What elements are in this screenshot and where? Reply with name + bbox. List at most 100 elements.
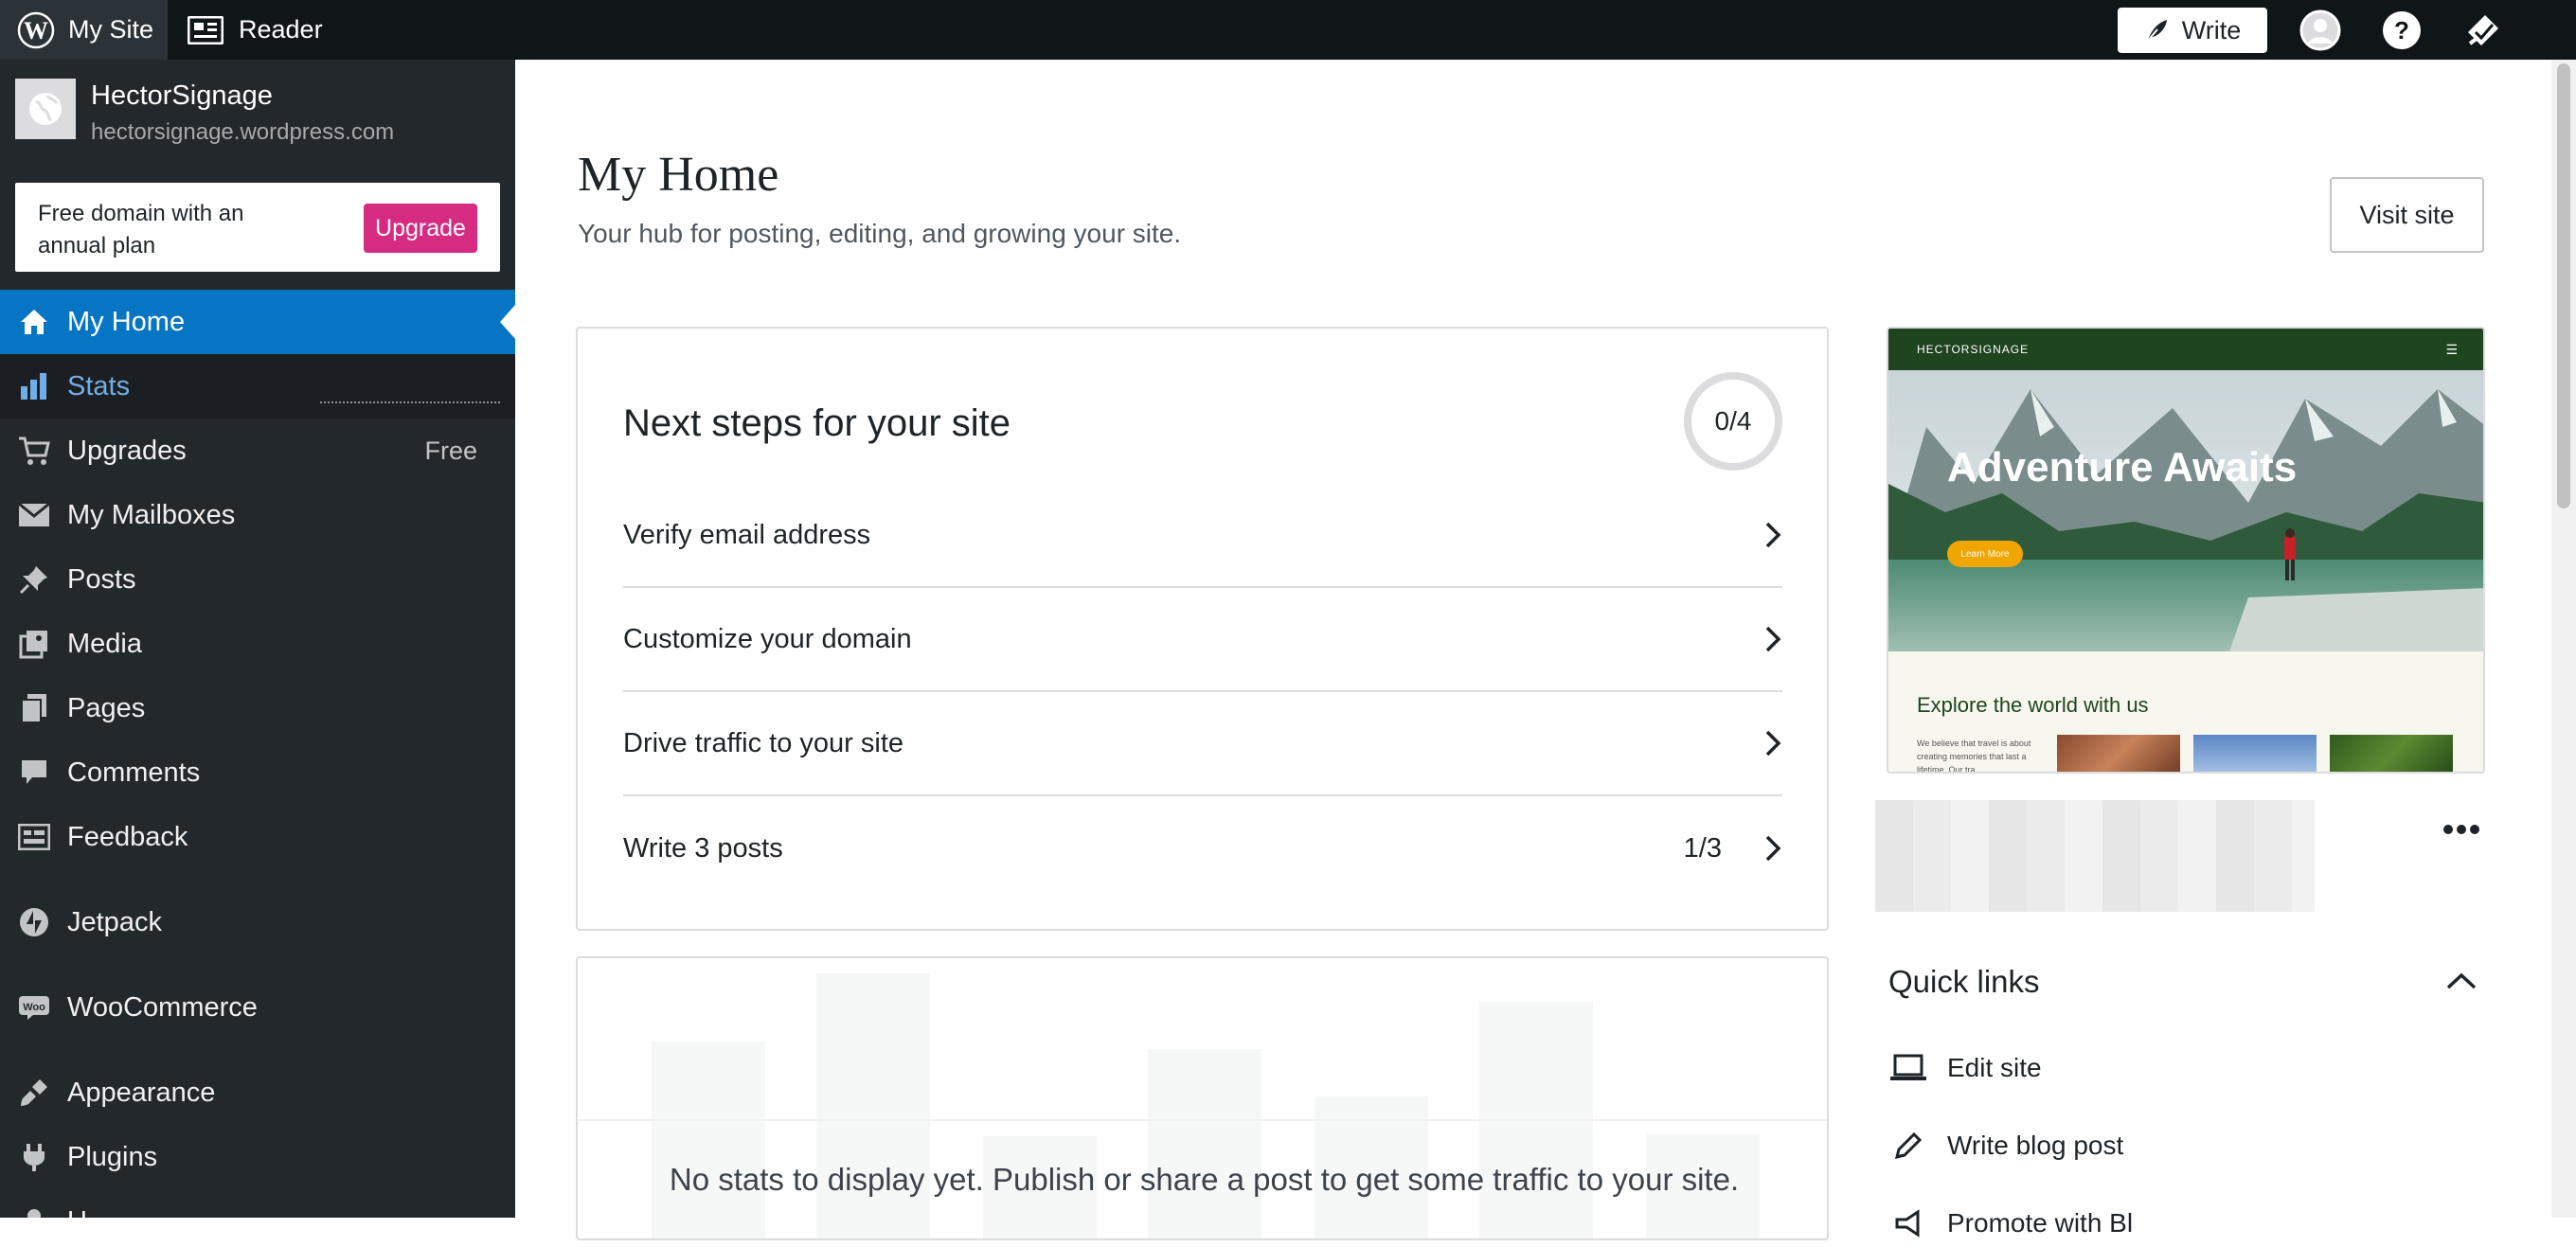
site-icon (15, 79, 76, 139)
svg-text:W: W (24, 17, 48, 45)
sidebar-item-pages[interactable]: Pages (0, 676, 515, 740)
quick-link-label: Promote with Bl (1947, 1208, 2134, 1238)
site-name: HectorSignage (91, 80, 273, 111)
placeholder-bar (1148, 1049, 1261, 1238)
quick-link-promote[interactable]: Promote with Bl (1888, 1200, 2476, 1247)
pencil-icon (1888, 1126, 1928, 1166)
page-scrollbar[interactable] (2551, 60, 2576, 1218)
sidebar-item-label: Feedback (67, 821, 188, 852)
sidebar-item-posts[interactable]: Posts (0, 547, 515, 612)
sidebar-item-media[interactable]: Media (0, 612, 515, 676)
placeholder-bar (1479, 1002, 1593, 1238)
scrollbar-thumb[interactable] (2557, 63, 2570, 508)
placeholder-bar (652, 1042, 765, 1238)
svg-text:?: ? (2394, 16, 2409, 45)
preview-thumb-image (2193, 735, 2317, 772)
woo-icon: Woo (17, 990, 51, 1024)
bell-icon (2468, 15, 2498, 45)
page-subtitle: Your hub for posting, editing, and growi… (578, 219, 1182, 248)
task-write-posts[interactable]: Write 3 posts 1/3 (623, 796, 1782, 900)
stats-card: No stats to display yet. Publish or shar… (576, 956, 1829, 1240)
preview-section-title: Explore the world with us (1917, 693, 2149, 717)
page-title: My Home (578, 148, 779, 202)
quick-link-label: Write blog post (1947, 1131, 2124, 1160)
sidebar-item-label: Pages (67, 692, 146, 723)
stats-icon (17, 369, 51, 403)
task-count: 1/3 (1683, 832, 1722, 864)
upgrade-button[interactable]: Upgrade (364, 204, 477, 253)
sidebar-item-feedback[interactable]: Feedback (0, 805, 515, 869)
help-button[interactable]: ? (2381, 9, 2423, 51)
account-avatar[interactable] (2299, 9, 2341, 51)
plugin-icon (17, 1140, 51, 1174)
quick-link-write-blog-post[interactable]: Write blog post (1888, 1122, 2476, 1169)
sidebar-item-jetpack[interactable]: Jetpack (0, 890, 515, 954)
reader-tab[interactable]: Reader (188, 0, 323, 60)
sidebar-item-label: Upgrades (67, 435, 187, 466)
chevron-right-icon (1765, 730, 1781, 757)
hamburger-icon: ☰ (2445, 342, 2459, 357)
more-options-button[interactable] (2438, 815, 2485, 844)
reader-icon (188, 15, 224, 45)
svg-text:Woo: Woo (23, 1002, 45, 1013)
my-site-label: My Site (68, 15, 154, 44)
plan-badge: Free (424, 436, 477, 465)
site-card[interactable]: HectorSignage hectorsignage.wordpress.co… (0, 60, 515, 164)
upsell-text: Free domain with an annual plan (38, 201, 244, 258)
quick-links-title: Quick links (1888, 964, 2040, 999)
preview-hero-title: Adventure Awaits (1947, 444, 2298, 490)
mail-icon (17, 498, 51, 532)
masterbar: W My Site Reader Write ? (0, 0, 2576, 60)
preview-thumb-image (2330, 735, 2453, 772)
quick-link-edit-site[interactable]: Edit site (1888, 1044, 2476, 1092)
sidebar-item-label: Stats (67, 370, 131, 401)
sidebar-item-label: Media (67, 628, 142, 659)
feedback-icon (17, 820, 51, 854)
domain-upsell-card: Free domain with an annual plan Upgrade (15, 183, 500, 272)
sidebar-item-woocommerce[interactable]: Woo WooCommerce (0, 975, 515, 1040)
placeholder-bar (816, 973, 930, 1238)
help-icon: ? (2383, 11, 2421, 49)
sidebar-item-appearance[interactable]: Appearance (0, 1060, 515, 1125)
feather-icon (2145, 20, 2167, 43)
task-label: Customize your domain (623, 623, 912, 654)
no-stats-message: No stats to display yet. Publish or shar… (669, 1162, 1740, 1197)
sidebar-item-my-mailboxes[interactable]: My Mailboxes (0, 483, 515, 547)
sidebar-item-my-home[interactable]: My Home (0, 290, 515, 354)
preview-hero-button: Learn More (1947, 541, 2023, 567)
preview-header: HECTORSIGNAGE ☰ (1888, 329, 2483, 370)
laptop-icon (1888, 1048, 1928, 1088)
chevron-right-icon (1765, 626, 1781, 652)
ellipsis-icon (2443, 825, 2479, 834)
jetpack-icon (17, 905, 51, 939)
sidebar: HectorSignage hectorsignage.wordpress.co… (0, 60, 515, 1218)
sidebar-item-stats[interactable]: Stats (0, 354, 515, 419)
preview-body: Explore the world with us We believe tha… (1888, 651, 2483, 774)
sidebar-item-upgrades[interactable]: Upgrades Free (0, 419, 515, 483)
write-button[interactable]: Write (2118, 8, 2267, 53)
preview-section-text: We believe that travel is about creating… (1917, 739, 2031, 774)
comment-icon (17, 756, 51, 790)
cart-icon (17, 434, 51, 468)
sidebar-item-comments[interactable]: Comments (0, 740, 515, 805)
task-drive-traffic[interactable]: Drive traffic to your site (623, 692, 1782, 796)
sidebar-item-label: My Mailboxes (67, 499, 236, 530)
users-icon (17, 1204, 51, 1218)
redacted-site-info (1875, 800, 2315, 912)
task-verify-email[interactable]: Verify email address (623, 484, 1782, 588)
task-label: Verify email address (623, 519, 871, 550)
task-customize-domain[interactable]: Customize your domain (623, 588, 1782, 692)
pages-icon (17, 691, 51, 725)
site-preview-card[interactable]: HECTORSIGNAGE ☰ Adventure Awaits Learn M… (1887, 327, 2485, 774)
notifications-button[interactable] (2462, 9, 2504, 51)
quick-links-collapse-button[interactable] (2438, 957, 2485, 1005)
next-steps-title: Next steps for your site (623, 402, 1011, 444)
sidebar-item-plugins[interactable]: Plugins (0, 1125, 515, 1189)
site-url: hectorsignage.wordpress.com (91, 119, 395, 145)
pin-icon (17, 562, 51, 597)
reader-label: Reader (239, 15, 323, 44)
sidebar-item-users[interactable]: U (0, 1189, 515, 1218)
visit-site-button[interactable]: Visit site (2330, 177, 2484, 253)
sidebar-item-label: Comments (67, 757, 201, 788)
my-site-tab[interactable]: W My Site (0, 0, 168, 60)
